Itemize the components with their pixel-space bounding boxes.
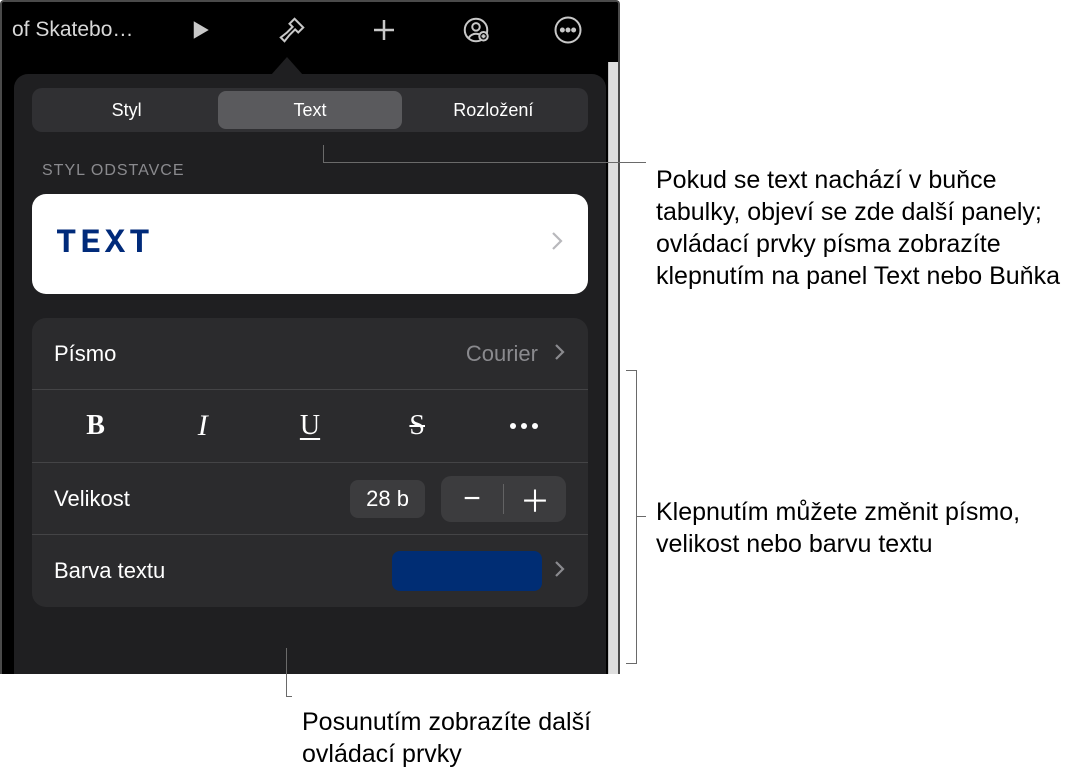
collaborate-icon[interactable] <box>449 2 504 58</box>
leader-line <box>286 696 292 697</box>
popover-arrow-icon <box>271 57 303 75</box>
leader-line <box>286 648 287 696</box>
leader-line <box>626 663 636 664</box>
leader-line <box>626 370 636 371</box>
underline-button[interactable]: U <box>256 390 363 462</box>
chevron-right-icon <box>554 557 566 585</box>
scrollbar[interactable] <box>608 62 618 674</box>
leader-line <box>323 145 324 163</box>
tab-text[interactable]: Text <box>218 91 401 129</box>
more-icon <box>510 423 538 429</box>
format-popover: Styl Text Rozložení STYL ODSTAVCE TEXT P… <box>14 74 606 674</box>
text-color-row[interactable]: Barva textu <box>32 535 588 607</box>
callout-text: Pokud se text nachází v buňce tabulky, o… <box>656 164 1076 292</box>
more-styles-button[interactable] <box>471 390 578 462</box>
size-decrease-button[interactable]: − <box>441 476 503 522</box>
tab-layout[interactable]: Rozložení <box>402 91 585 129</box>
section-label: STYL ODSTAVCE <box>42 162 588 180</box>
color-swatch[interactable] <box>392 551 542 591</box>
paragraph-style-row[interactable]: TEXT <box>32 194 588 294</box>
size-value[interactable]: 28 b <box>350 480 425 518</box>
format-brush-icon[interactable] <box>265 2 320 58</box>
leader-line <box>323 162 646 163</box>
top-toolbar: of Skatebo… <box>2 2 618 58</box>
bold-button[interactable]: B <box>42 390 149 462</box>
size-row: Velikost 28 b − ＋ <box>32 463 588 535</box>
device-frame: of Skatebo… Styl Text Rozložení <box>0 0 620 674</box>
leader-line <box>636 370 637 664</box>
paragraph-style-name: TEXT <box>56 225 550 263</box>
more-menu-icon[interactable] <box>541 2 596 58</box>
strikethrough-button[interactable]: S <box>364 390 471 462</box>
toolbar-icons <box>154 2 614 58</box>
size-increase-button[interactable]: ＋ <box>504 476 566 522</box>
italic-button[interactable]: I <box>149 390 256 462</box>
size-label: Velikost <box>54 486 350 512</box>
font-row[interactable]: Písmo Courier <box>32 318 588 390</box>
callout-text: Posunutím zobrazíte další ovládací prvky <box>302 706 662 770</box>
size-stepper: − ＋ <box>441 476 566 522</box>
text-color-label: Barva textu <box>54 558 392 584</box>
tab-style[interactable]: Styl <box>35 91 218 129</box>
play-icon[interactable] <box>173 2 228 58</box>
text-style-buttons: B I U S <box>32 390 588 463</box>
font-panel: Písmo Courier B I U S Velikost 28 b − <box>32 318 588 607</box>
leader-line <box>636 516 646 517</box>
chevron-right-icon <box>554 340 566 368</box>
panel-tabs: Styl Text Rozložení <box>32 88 588 132</box>
chevron-right-icon <box>550 230 564 258</box>
callout-text: Klepnutím můžete změnit písmo, velikost … <box>656 496 1076 560</box>
document-title: of Skatebo… <box>6 18 145 42</box>
font-value: Courier <box>116 341 538 367</box>
font-label: Písmo <box>54 341 116 367</box>
add-icon[interactable] <box>357 2 412 58</box>
